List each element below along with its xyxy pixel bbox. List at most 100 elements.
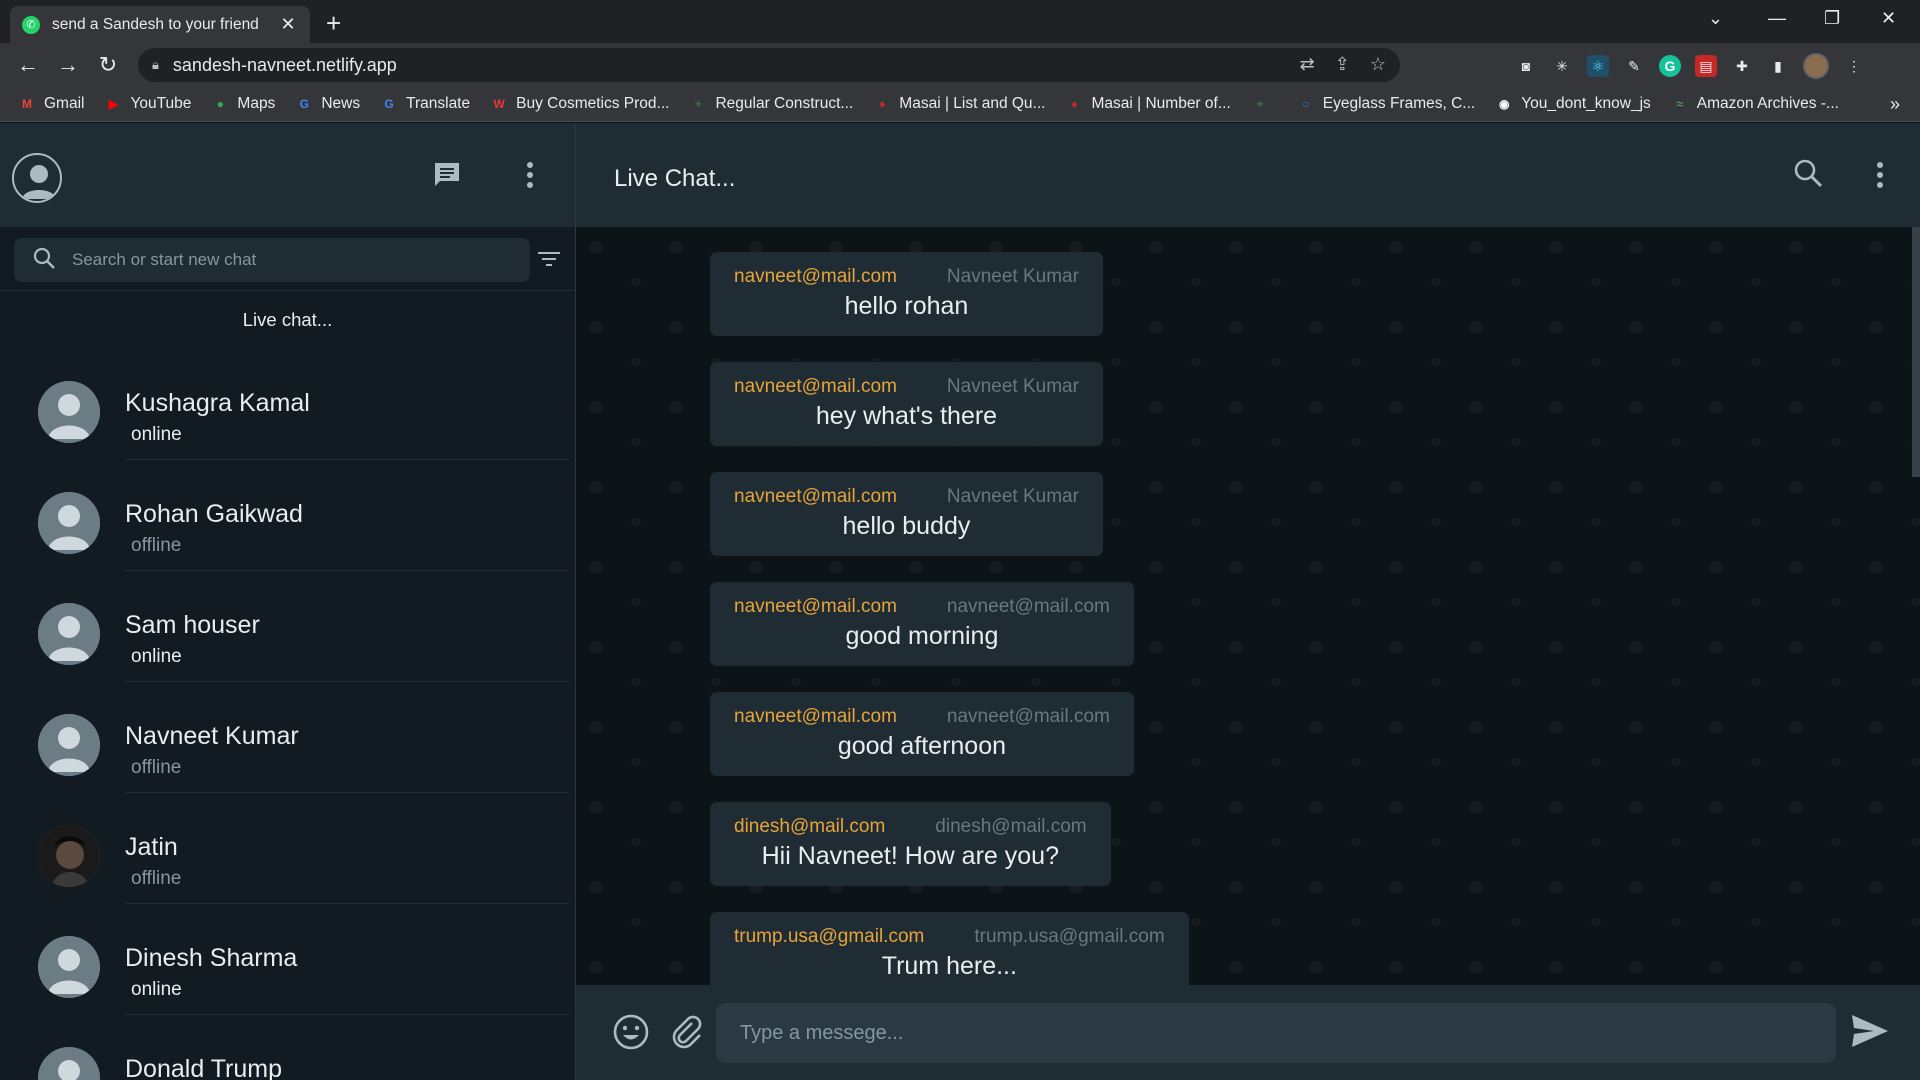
attach-icon[interactable] [668, 1013, 704, 1054]
message-text: good morning [845, 622, 999, 650]
message-text: Trum here... [881, 952, 1017, 980]
bookmark-label: Masai | List and Qu... [899, 95, 1046, 112]
bookmark-item[interactable]: ♦ Masai | List and Qu... [873, 95, 1045, 113]
chat-title: Live Chat... [614, 165, 736, 192]
address-bar[interactable]: 🔒︎ sandesh-navneet.netlify.app ⇄ ⇪ ☆ [138, 48, 1400, 82]
message-bubble: navneet@mail.com Navneet Kumar hey what's … [710, 362, 1103, 446]
contact-item[interactable]: Donald Trumponline [0, 1015, 575, 1080]
bookmark-label: Masai | Number of... [1091, 95, 1231, 112]
contact-item[interactable]: Kushagra Kamal online [0, 349, 575, 460]
search-row [0, 227, 575, 291]
message-list[interactable]: navneet@mail.com Navneet Kumar hello rohan… [576, 227, 1920, 985]
message-scrollbar[interactable] [1912, 227, 1920, 477]
contact-avatar [38, 825, 100, 887]
bookmark-item[interactable]: + Regular Construct... [689, 95, 853, 113]
contact-item[interactable]: Rohan Gaikwad offline [0, 460, 575, 571]
message-input[interactable] [716, 1003, 1836, 1063]
contact-list: Kushagra Kamal online Rohan Gaikwad offline… [0, 349, 575, 1080]
new-tab-button[interactable]: + [326, 8, 341, 39]
chat-favicon-icon: ✆ [22, 15, 40, 34]
contact-status: online [131, 979, 182, 1000]
contact-item[interactable]: Dinesh Sharma online [0, 904, 575, 1015]
chat-menu-icon[interactable] [1876, 161, 1884, 194]
puzzle-icon[interactable]: ✚ [1731, 55, 1753, 77]
search-icon[interactable] [32, 246, 56, 275]
message-sender-email: navneet@mail.com [734, 376, 897, 397]
reload-icon[interactable]: ↻ [88, 52, 128, 78]
bookmark-item[interactable]: G News [295, 95, 360, 113]
contact-item[interactable]: Jatin offline [0, 793, 575, 904]
message-sender-email: navneet@mail.com [734, 596, 897, 617]
emoji-icon[interactable] [612, 1013, 650, 1056]
grammarly-icon[interactable]: G [1659, 55, 1681, 77]
message-bubble: navneet@mail.com navneet@mail.com good mor… [710, 582, 1134, 666]
restore-button[interactable]: ❐ [1824, 8, 1840, 29]
contact-name: Jatin [125, 833, 178, 861]
user-avatar[interactable] [12, 153, 62, 203]
bookmark-item[interactable]: ♦ Masai | Number of... [1065, 95, 1230, 113]
bookmark-favicon-icon: W [493, 97, 505, 111]
lock-icon[interactable]: 🔒︎ [152, 57, 159, 73]
bookmark-item[interactable]: W Buy Cosmetics Prod... [490, 95, 669, 113]
search-box[interactable] [14, 238, 530, 282]
bookmark-favicon-icon: M [22, 97, 32, 111]
back-icon[interactable]: ← [8, 52, 48, 78]
message-text: hey what's there [815, 402, 998, 430]
extension-icon[interactable]: ✎ [1623, 55, 1645, 77]
new-chat-icon[interactable] [432, 161, 462, 194]
bookmark-label: News [321, 95, 361, 112]
search-input[interactable] [72, 250, 472, 270]
more-bookmarks-icon[interactable]: » [1890, 94, 1900, 115]
bookmark-item[interactable]: G Translate [380, 95, 470, 113]
browser-menu-icon[interactable]: ⋮ [1843, 55, 1865, 77]
message-bubble: navneet@mail.com navneet@mail.com good aft… [710, 692, 1134, 776]
contact-avatar [38, 1047, 100, 1080]
message-sender-name: dinesh@mail.com [935, 816, 1087, 837]
profile-avatar[interactable] [1803, 53, 1829, 79]
browser-titlebar: ✆ send a Sandesh to your friend ✕ + ⌄ — … [0, 0, 1920, 43]
extension-icon[interactable]: ✳ [1551, 55, 1573, 77]
message-sender-name: Navneet Kumar [946, 486, 1079, 507]
close-window-button[interactable]: ✕ [1881, 8, 1896, 29]
send-icon[interactable] [1850, 1013, 1890, 1054]
message-sender-email: dinesh@mail.com [734, 816, 886, 837]
chat-header: Live Chat... [576, 123, 1920, 227]
contact-item[interactable]: Sam houser online [0, 571, 575, 682]
contact-item[interactable]: Navneet Kumar offline [0, 682, 575, 793]
bookmarks-bar: M Gmail ▶ YouTube ● Maps G News G Translate W Buy C… [0, 87, 1920, 122]
message-text: good afternoon [837, 732, 1007, 760]
menu-dots-icon[interactable] [526, 161, 534, 194]
bookmark-item[interactable]: + [1251, 95, 1277, 113]
side-panel-icon[interactable]: ▮ [1767, 55, 1789, 77]
sidebar-header [0, 123, 575, 227]
url-text[interactable]: sandesh-navneet.netlify.app [173, 55, 397, 76]
tab-close-icon[interactable]: ✕ [278, 14, 298, 35]
bookmark-item[interactable]: ◉ You_dont_know_js [1495, 95, 1651, 113]
bookmark-item[interactable]: M Gmail [18, 95, 84, 113]
bookmark-label: You_dont_know_js [1521, 95, 1651, 112]
filter-icon[interactable] [537, 249, 561, 274]
tab-search-icon[interactable]: ⌄ [1708, 8, 1723, 29]
react-devtools-icon[interactable]: ⚛ [1587, 55, 1609, 77]
bookmark-item[interactable]: ▶ YouTube [104, 95, 192, 113]
share-icon[interactable]: ⇪ [1335, 54, 1350, 75]
contact-name: Donald Trump [125, 1055, 283, 1080]
translate-icon[interactable]: ⇄ [1300, 54, 1315, 75]
contact-name: Rohan Gaikwad [125, 500, 303, 528]
bookmark-star-icon[interactable]: ☆ [1370, 54, 1386, 75]
bookmark-item[interactable]: ≈ Amazon Archives -... [1671, 95, 1839, 113]
browser-tab[interactable]: ✆ send a Sandesh to your friend ✕ [10, 6, 310, 43]
bookmark-label: YouTube [130, 95, 192, 112]
extension-icon[interactable]: ▤ [1695, 55, 1717, 77]
extension-icon[interactable]: ◙ [1515, 55, 1537, 77]
message-text: hello rohan [844, 292, 969, 320]
message-bubble: navneet@mail.com Navneet Kumar hello buddy [710, 472, 1103, 556]
bookmark-item[interactable]: ○ Eyeglass Frames, C... [1297, 95, 1475, 113]
forward-icon[interactable]: → [48, 52, 88, 78]
bookmark-label: Regular Construct... [715, 95, 854, 112]
minimize-button[interactable]: — [1768, 8, 1786, 29]
search-icon[interactable] [1792, 157, 1824, 194]
bookmark-item[interactable]: ● Maps [211, 95, 276, 113]
contact-name: Kushagra Kamal [125, 389, 310, 417]
bookmark-favicon-icon: ▶ [108, 97, 119, 111]
